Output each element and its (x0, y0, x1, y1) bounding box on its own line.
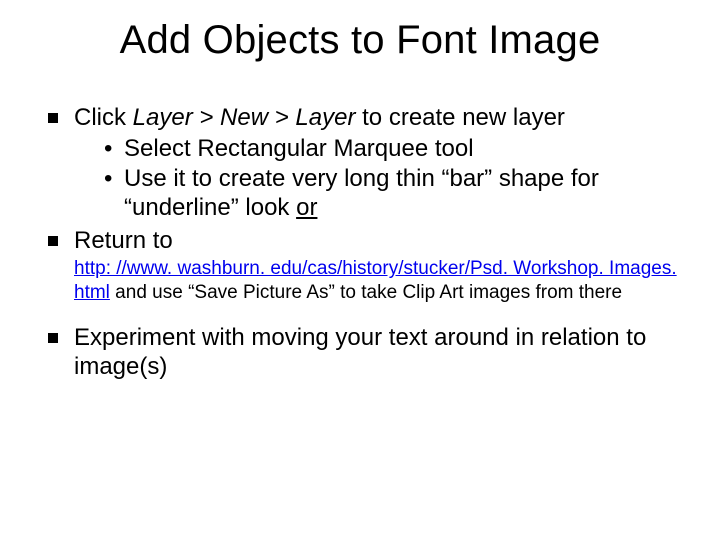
slide: Add Objects to Font Image Click Layer > … (0, 0, 720, 540)
bullet-1-post: to create new layer (355, 104, 564, 131)
bullet-item-2: Return to http: //www. washburn. edu/cas… (48, 226, 680, 305)
sub-bullet-2-or: or (296, 194, 317, 221)
bullet-list-2: Experiment with moving your text around … (40, 323, 680, 382)
bullet-1-em: Layer > New > Layer (133, 104, 356, 131)
bullet-2-subnote: http: //www. washburn. edu/cas/history/s… (74, 257, 680, 305)
sub-bullet-2: Use it to create very long thin “bar” sh… (104, 164, 680, 223)
sub-bullet-list: Select Rectangular Marquee tool Use it t… (74, 134, 680, 222)
sub-bullet-2-text: Use it to create very long thin “bar” sh… (124, 165, 599, 221)
bullet-2-text: Return to (74, 227, 173, 254)
bullet-list: Click Layer > New > Layer to create new … (40, 103, 680, 305)
bullet-1-pre: Click (74, 104, 133, 131)
spacer (40, 309, 680, 323)
slide-title: Add Objects to Font Image (40, 18, 680, 63)
bullet-item-3: Experiment with moving your text around … (48, 323, 680, 382)
bullet-2-tail: and use “Save Picture As” to take Clip A… (110, 282, 622, 303)
sub-bullet-1: Select Rectangular Marquee tool (104, 134, 680, 163)
bullet-item-1: Click Layer > New > Layer to create new … (48, 103, 680, 222)
